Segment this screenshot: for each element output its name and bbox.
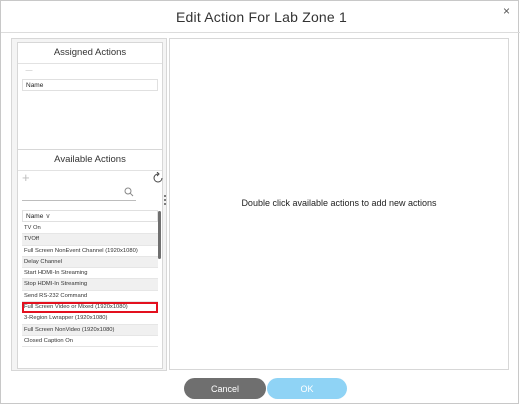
actions-column: Assigned Actions — Name Available Action… (11, 38, 167, 371)
panel-resize-handle[interactable] (164, 195, 167, 209)
available-actions-heading: Available Actions (18, 150, 162, 171)
available-actions-list: TV On TVOff Full Screen NonEvent Channel… (22, 223, 158, 368)
list-item[interactable]: Delay Channel (22, 256, 158, 269)
list-item[interactable]: Full Screen NonVideo (1920x1080) (22, 324, 158, 336)
assigned-actions-panel: Assigned Actions — Name (17, 42, 163, 150)
dialog-title: Edit Action For Lab Zone 1 (176, 9, 347, 25)
ok-button[interactable]: OK (267, 378, 347, 399)
refresh-icon[interactable] (153, 172, 163, 184)
assigned-name-column-header[interactable]: Name (22, 79, 158, 91)
chevron-down-icon[interactable]: ∨ (45, 213, 50, 220)
list-scrollbar[interactable] (158, 211, 161, 259)
edit-action-dialog: Edit Action For Lab Zone 1 × Assigned Ac… (0, 0, 520, 404)
list-item-selected[interactable]: Full Screen Video or Mixed (1920x1080) (22, 302, 158, 314)
list-item[interactable]: 3-Region Lwrapper (1920x1080) (22, 313, 158, 325)
cancel-button[interactable]: Cancel (184, 378, 266, 399)
list-item[interactable]: Stop HDMI-In Streaming (22, 279, 158, 291)
assigned-actions-detail-panel: Double click available actions to add ne… (169, 38, 509, 370)
list-item[interactable]: TV On (22, 223, 158, 235)
list-item[interactable]: TVOff (22, 234, 158, 246)
remove-action-button[interactable]: — (23, 67, 35, 74)
assigned-actions-heading: Assigned Actions (18, 43, 162, 64)
name-column-label: Name (26, 213, 44, 220)
available-name-column-header[interactable]: Name ∨ (22, 210, 158, 222)
close-icon[interactable]: × (503, 4, 510, 18)
empty-state-hint: Double click available actions to add ne… (241, 198, 437, 208)
add-action-icon[interactable]: + (22, 171, 30, 184)
list-item[interactable]: Full Screen NonEvent Channel (1920x1080) (22, 246, 158, 257)
search-input[interactable] (22, 186, 126, 199)
title-divider (1, 32, 520, 33)
search-box (22, 186, 136, 201)
list-item[interactable]: Send RS-232 Command (22, 291, 158, 303)
list-item[interactable]: Start HDMI-In Streaming (22, 268, 158, 280)
available-actions-panel: Available Actions + Name ∨ TV On TVOff Fu… (17, 149, 163, 369)
search-icon[interactable] (124, 187, 134, 197)
list-item[interactable]: Closed Caption On (22, 336, 158, 348)
